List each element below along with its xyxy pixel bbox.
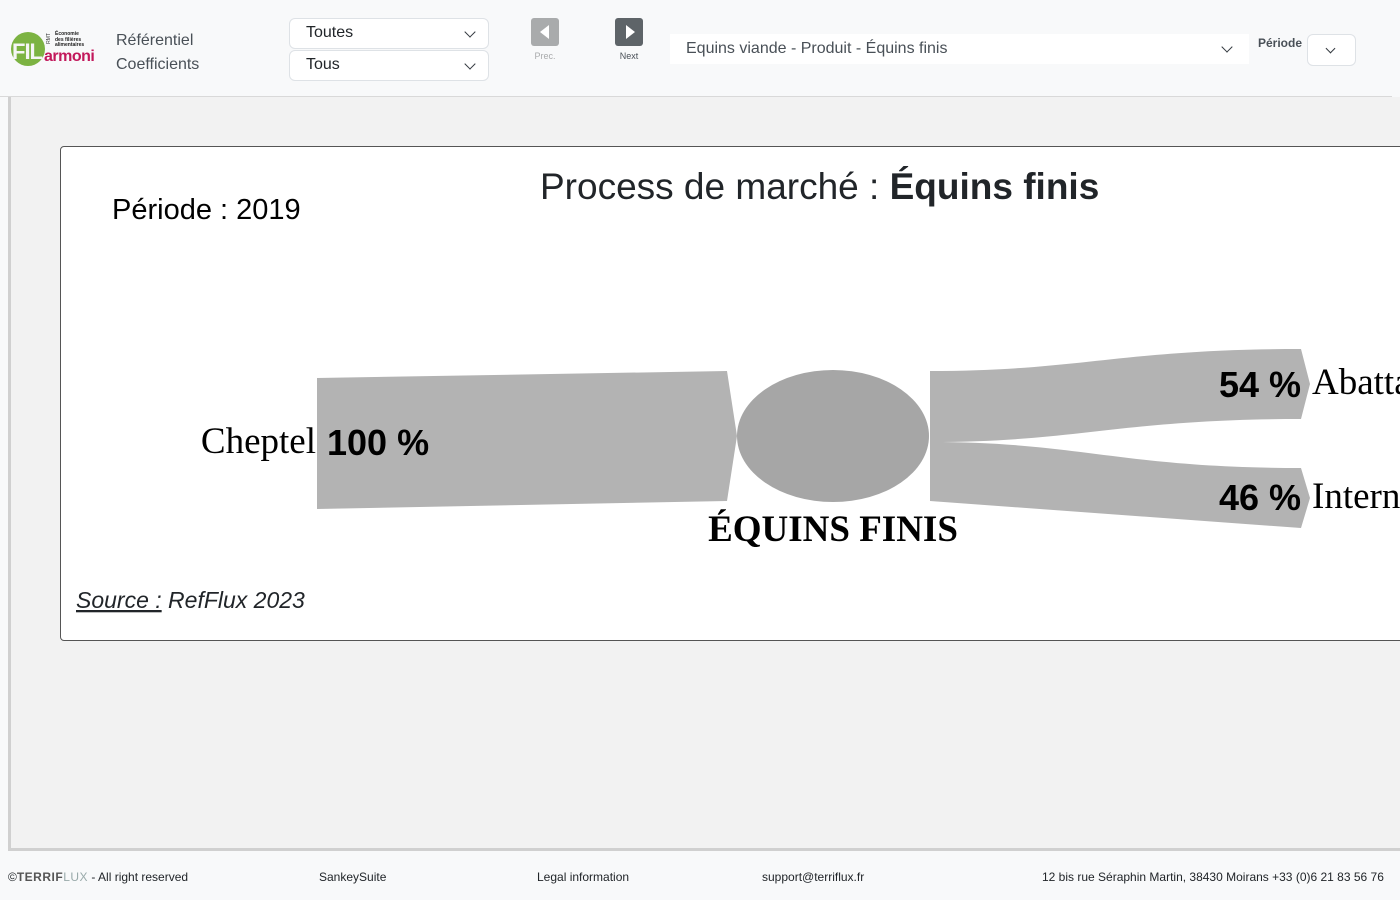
sankey-card: Période : 2019 Process de marché : Équin…	[60, 146, 1400, 641]
footer-link-email[interactable]: support@terriflux.fr	[762, 870, 864, 884]
next-button[interactable]	[615, 18, 643, 46]
chevron-down-icon	[1325, 43, 1336, 54]
prev-label: Prec.	[534, 51, 556, 61]
next-label: Next	[619, 51, 639, 61]
footer-link-sankeysuite[interactable]: SankeySuite	[319, 870, 386, 884]
diagram-title-prefix: Process de marché :	[540, 166, 890, 207]
flow-out2-percent: 46 %	[1219, 477, 1301, 518]
top-navbar: FIL RMT Économie des filières alimentair…	[0, 0, 1392, 97]
node-equins-finis[interactable]	[737, 370, 929, 502]
source-line: Source : RefFlux 2023	[76, 587, 305, 613]
logo-badge-text: FIL	[12, 39, 43, 64]
logo-wordmark: armoni	[44, 48, 95, 65]
nav-links: Référentiel Coefficients	[116, 29, 199, 77]
product-select-value: Equins viande - Produit - Équins finis	[686, 40, 948, 57]
chevron-down-icon	[464, 58, 476, 70]
flow-input-percent: 100 %	[327, 422, 429, 463]
copyright-symbol: ©	[8, 870, 17, 884]
prev-button[interactable]	[531, 18, 559, 46]
filarmoni-logo[interactable]: FIL RMT Économie des filières alimentair…	[11, 29, 104, 69]
brand-accent: LUX	[63, 870, 89, 884]
period-label: Période : 2019	[112, 194, 301, 226]
nav-link-referentiel[interactable]: Référentiel	[116, 29, 199, 53]
flow-input-label: Cheptel	[201, 421, 316, 462]
periode-select[interactable]	[1307, 34, 1356, 66]
filter-select-1[interactable]: Toutes	[289, 18, 489, 49]
footer-copyright: ©TERRIFLUX - All right reserved	[8, 870, 188, 884]
flow-out1-label: Abattage	[1312, 362, 1400, 403]
brand-main: TERRIF	[16, 870, 64, 884]
caret-left-icon	[540, 25, 549, 39]
periode-label: Période	[1258, 36, 1303, 50]
footer-address: 12 bis rue Séraphin Martin, 38430 Moiran…	[1042, 870, 1384, 884]
footer-link-legal[interactable]: Legal information	[537, 870, 629, 884]
terriflux-logo[interactable]: TERRIFLUX	[17, 870, 88, 884]
node-label: ÉQUINS FINIS	[708, 508, 958, 550]
chevron-down-icon	[464, 26, 476, 38]
logo-rmt: RMT	[46, 33, 52, 44]
footer: ©TERRIFLUX - All right reserved SankeySu…	[0, 851, 1400, 900]
diagram-title: Process de marché : Équins finis	[540, 166, 1099, 207]
filter-select-2[interactable]: Tous	[289, 50, 489, 81]
product-select[interactable]: Equins viande - Produit - Équins finis	[670, 34, 1249, 64]
chevron-down-icon	[1221, 41, 1233, 53]
footer-rights: - All right reserved	[88, 870, 189, 884]
flow-out1-percent: 54 %	[1219, 364, 1301, 405]
source-value: RefFlux 2023	[162, 587, 305, 613]
filter-select-1-value: Toutes	[306, 24, 354, 41]
diagram-title-product: Équins finis	[890, 166, 1100, 207]
logo-tagline: Économie des filières alimentaires	[55, 31, 84, 49]
flow-out2-label: International	[1312, 476, 1400, 517]
nav-link-coefficients[interactable]: Coefficients	[116, 53, 199, 77]
filter-select-2-value: Tous	[306, 56, 340, 73]
sankey-diagram: Période : 2019 Process de marché : Équin…	[76, 166, 1400, 613]
caret-right-icon	[626, 25, 635, 39]
source-label: Source :	[76, 587, 162, 613]
